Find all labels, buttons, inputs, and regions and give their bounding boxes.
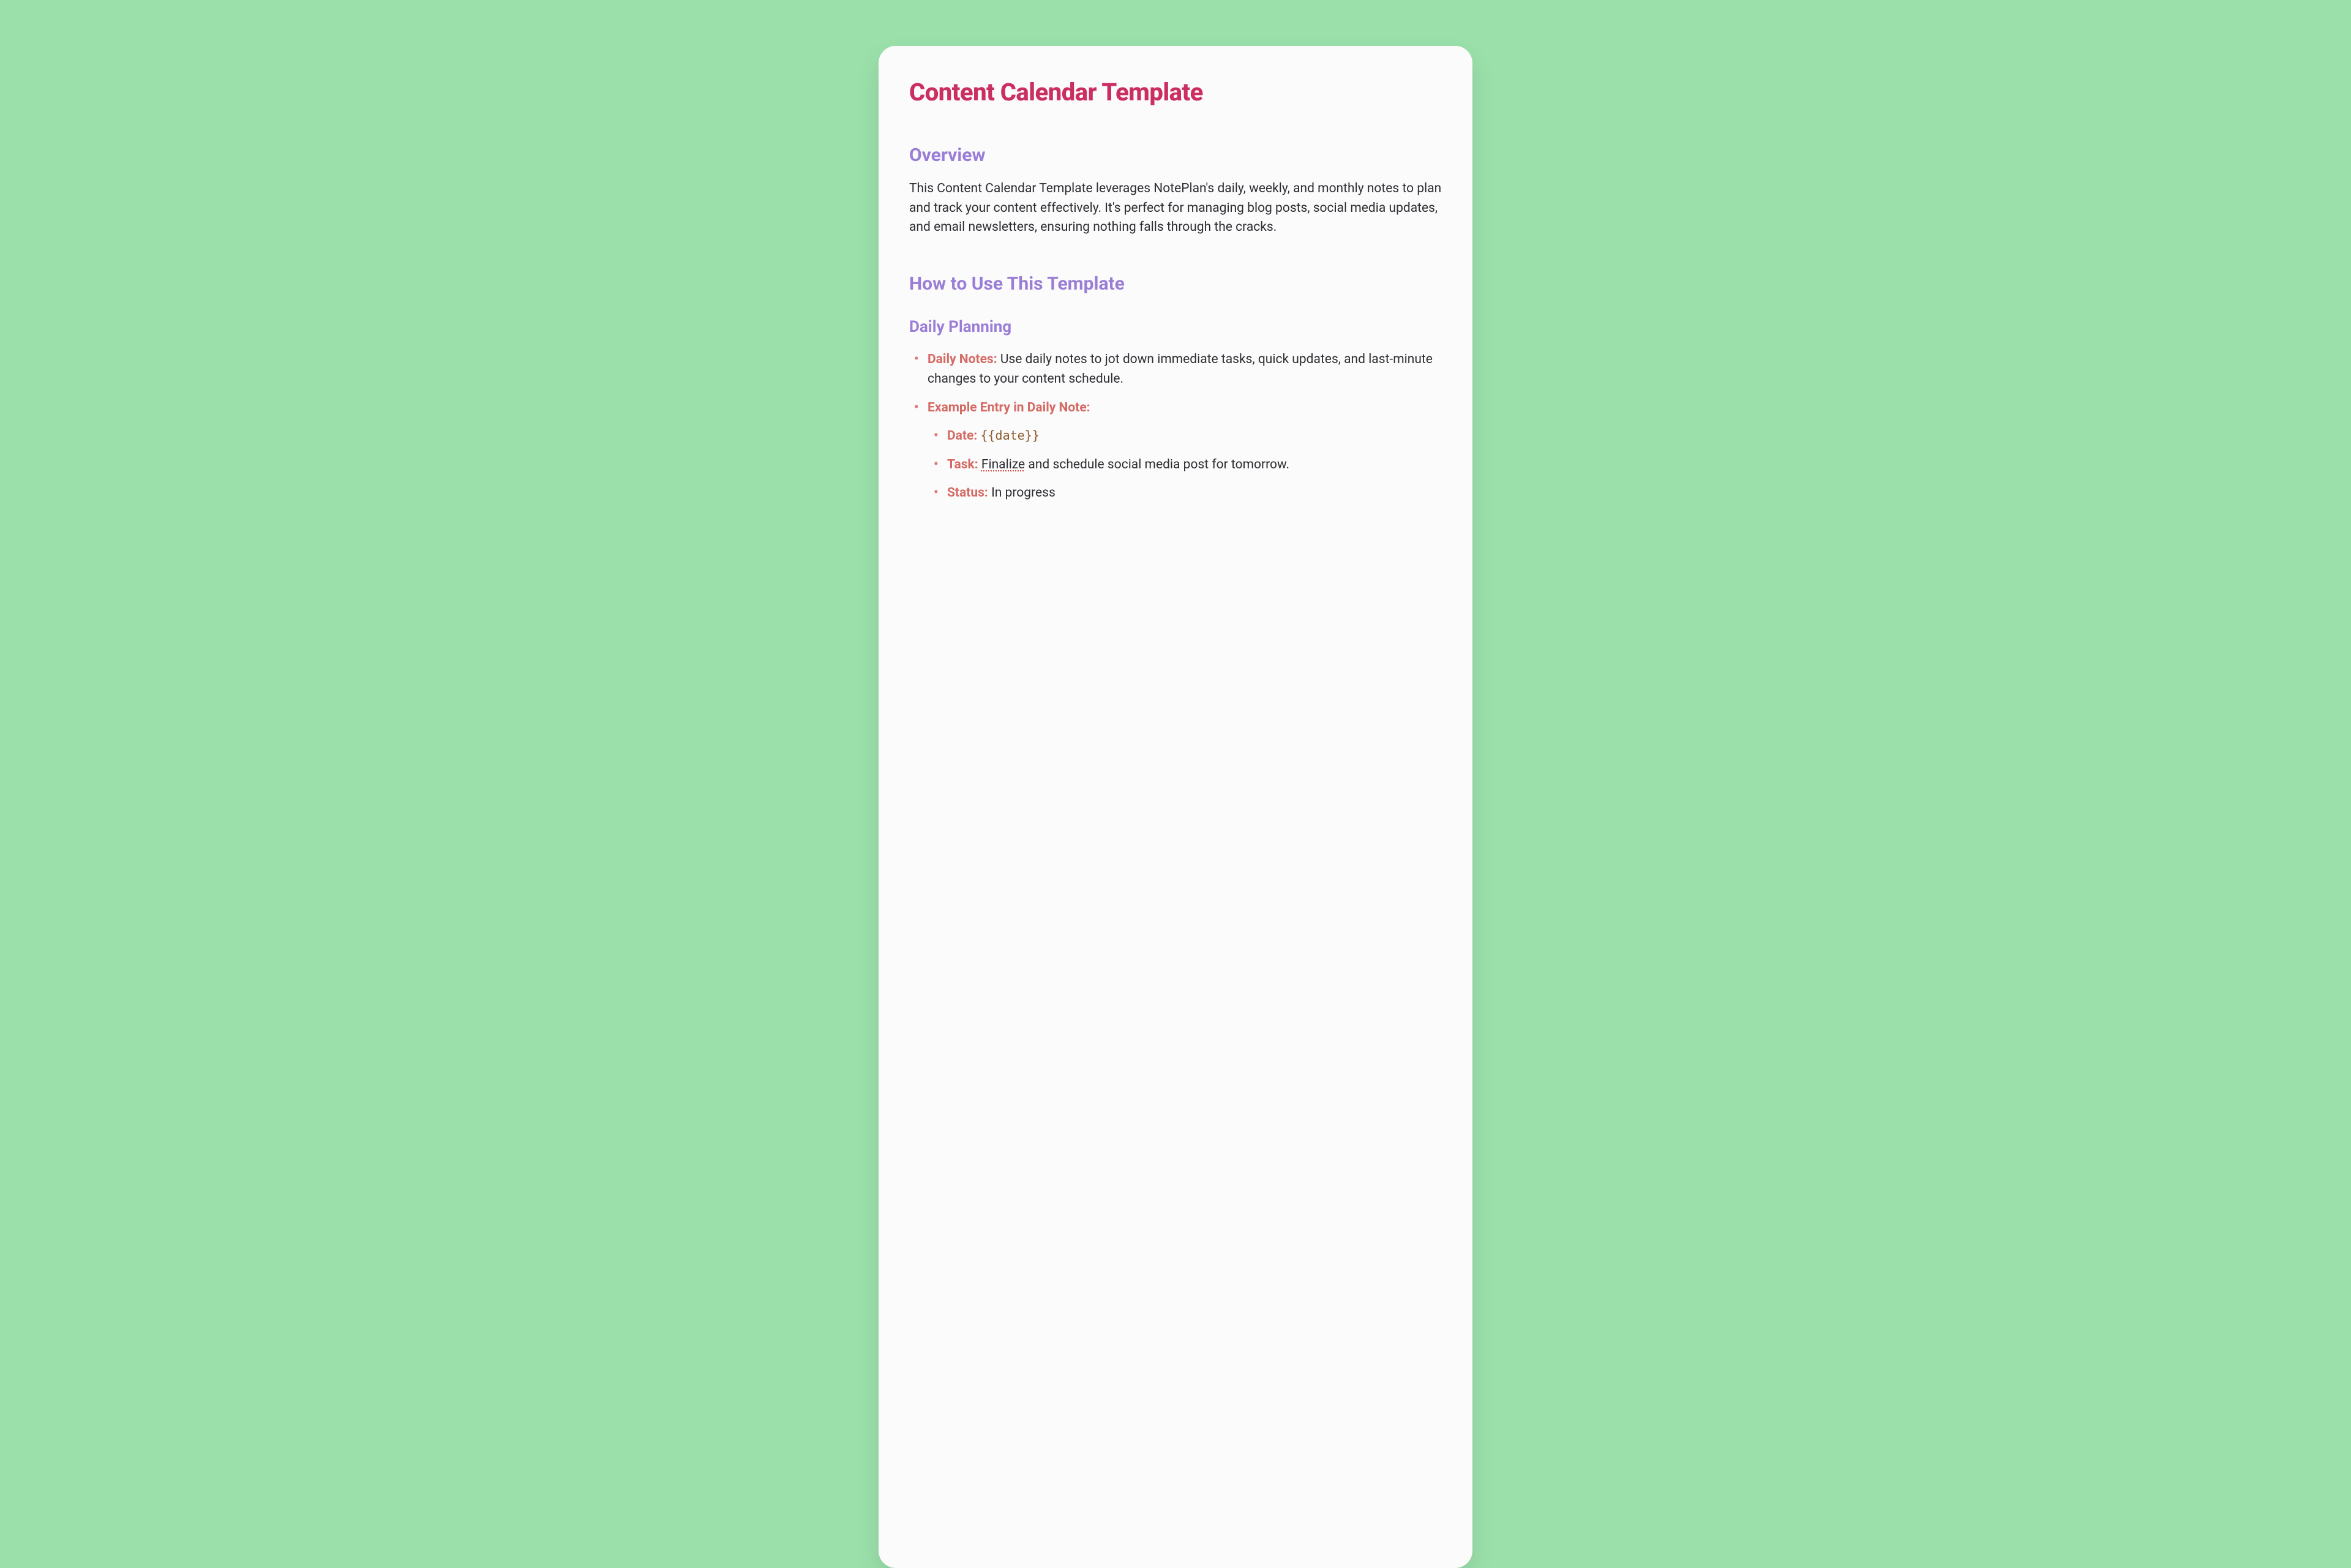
list-item: Daily Notes: Use daily notes to jot down…: [928, 350, 1442, 389]
bullet-label: Daily Notes:: [928, 352, 997, 367]
field-label-status: Status:: [947, 486, 991, 500]
status-value: In progress: [991, 486, 1056, 500]
list-item: Status: In progress: [947, 483, 1442, 503]
bullet-text: Use daily notes to jot down immediate ta…: [928, 352, 1433, 387]
field-label-task: Task:: [947, 457, 981, 472]
daily-planning-heading: Daily Planning: [909, 318, 1442, 336]
example-entry-list: Date: {{date}} Task: Finalize and schedu…: [928, 426, 1442, 503]
spellcheck-marked-word: Finalize: [981, 457, 1025, 472]
daily-planning-list: Daily Notes: Use daily notes to jot down…: [909, 350, 1442, 503]
task-text: and schedule social media post for tomor…: [1025, 457, 1289, 472]
template-placeholder: {{date}}: [980, 428, 1039, 443]
list-item: Example Entry in Daily Note: Date: {{dat…: [928, 398, 1442, 503]
page-title: Content Calendar Template: [909, 78, 1442, 107]
bullet-label: Example Entry in Daily Note:: [928, 400, 1090, 415]
howto-heading: How to Use This Template: [909, 273, 1442, 294]
document-card: Content Calendar Template Overview This …: [879, 46, 1472, 1568]
list-item: Date: {{date}}: [947, 426, 1442, 446]
field-label-date: Date:: [947, 429, 980, 443]
overview-body: This Content Calendar Template leverages…: [909, 179, 1442, 238]
overview-heading: Overview: [909, 144, 1442, 166]
list-item: Task: Finalize and schedule social media…: [947, 455, 1442, 475]
